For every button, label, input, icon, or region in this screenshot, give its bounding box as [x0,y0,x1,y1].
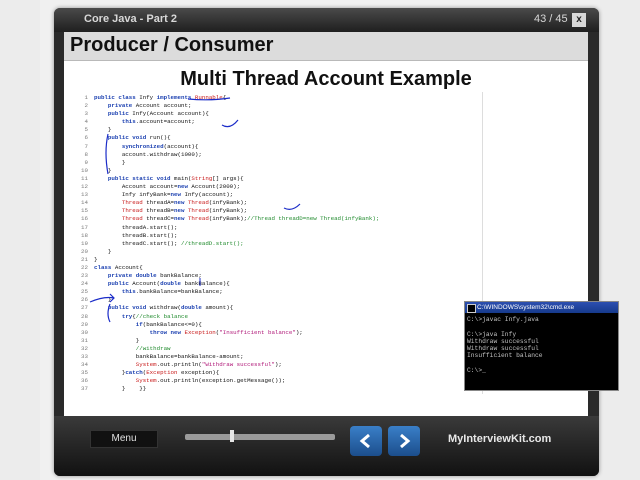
code-line: public void run(){ [107,134,171,142]
menu-button[interactable]: Menu [90,430,158,448]
code-line: }catch(Exception exception){ [94,369,220,377]
line-number: 5 [84,126,88,134]
line-number: 6 [84,134,88,142]
line-number: 17 [81,223,88,231]
slide-heading: Producer / Consumer [70,34,274,56]
code-listing: 1 public class Infy implements Runnable{ … [70,92,483,394]
line-number: 12 [81,183,88,191]
code-line: System.out.println("Withdraw successful"… [135,361,282,369]
code-line: public Account(double bankBalance){ [107,280,230,288]
code-text: 1 public class Infy implements Runnable{ … [70,92,482,393]
left-backdrop [0,0,40,480]
console-icon [467,304,476,313]
code-line: Thread threadA=new Thread(infyBank); [121,199,248,207]
code-line: if(bankBalance<=0){ [135,320,202,328]
line-number: 14 [81,199,88,207]
code-line: public static void main(String[] args){ [107,174,244,182]
code-line: this.account=account; [121,118,195,126]
console-window: C:\WINDOWS\system32\cmd.exe C:\>javac In… [464,301,619,391]
line-number: 3 [84,110,88,118]
line-number: 13 [81,191,88,199]
line-number: 31 [81,336,88,344]
arrow-left-icon [359,433,370,449]
code-line: } [94,247,112,255]
code-line: Thread threadB=new Thread(infyBank); [121,207,248,215]
course-title: Core Java - Part 2 [84,13,177,25]
code-line: } [94,166,112,174]
line-number: 32 [81,344,88,352]
line-number: 25 [81,288,88,296]
brand-logo: MyInterviewKit.com [448,433,552,445]
code-line: public void withdraw(double amount){ [107,304,234,312]
line-number: 26 [81,296,88,304]
line-number: 34 [81,361,88,369]
code-line: Account account=new Account(2000); [94,183,241,191]
line-number: 19 [81,239,88,247]
player-titlebar: Core Java - Part 2 43 / 45 x [54,8,599,32]
code-line: account.withdraw(1000); [94,150,202,158]
code-line: } }} [94,385,147,393]
progress-slider[interactable] [185,430,335,442]
line-number: 35 [81,369,88,377]
code-line: } [94,158,126,166]
line-number: 10 [81,166,88,174]
code-line: Infy infyBank=new Infy(account); [94,191,234,199]
slide-subtitle: Multi Thread Account Example [180,68,472,90]
close-button[interactable]: x [572,13,586,27]
console-titlebar: C:\WINDOWS\system32\cmd.exe [465,302,618,313]
line-number: 37 [81,385,88,393]
slide-heading-bar: Producer / Consumer [64,32,588,61]
line-number: 2 [84,102,88,110]
line-number: 8 [84,150,88,158]
line-number: 18 [81,231,88,239]
line-number: 21 [81,255,88,263]
line-number: 1 [84,94,88,101]
line-number: 29 [81,320,88,328]
code-line: //withdraw [135,344,171,352]
line-number: 16 [81,215,88,223]
console-title: C:\WINDOWS\system32\cmd.exe [477,304,575,311]
code-line: } [94,255,98,263]
line-number: 20 [81,247,88,255]
console-output: C:\>javac Infy.java C:\>java Infy Withdr… [467,316,543,375]
code-line: throw new Exception("Insufficient balanc… [149,328,303,336]
line-number: 27 [81,304,88,312]
code-line: private Account account; [107,102,192,110]
line-number: 30 [81,328,88,336]
code-line: } [94,126,112,134]
code-line: public class Infy implements Runnable{ [94,94,227,101]
code-line: private double bankBalance; [107,272,202,280]
page-indicator: 43 / 45 [534,13,568,25]
line-number: 23 [81,272,88,280]
line-number: 28 [81,312,88,320]
line-number: 9 [84,158,88,166]
code-line: Thread threadC=new Thread(infyBank);//Th… [121,215,380,223]
code-line: } [94,296,112,304]
progress-thumb[interactable] [230,430,235,442]
line-number: 7 [84,142,88,150]
code-line: threadC.start(); //threadD.start(); [94,239,244,247]
line-number: 15 [81,207,88,215]
code-line: this.bankBalance=bankBalance; [121,288,223,296]
code-line: try{//check balance [121,312,188,320]
right-backdrop [600,0,640,480]
code-line: threadA.start(); [94,223,178,231]
code-line: bankBalance=bankBalance-amount; [94,353,244,360]
next-button[interactable] [388,426,420,456]
code-line: public Infy(Account account){ [107,110,209,118]
line-number: 4 [84,118,88,126]
slide: Producer / Consumer Multi Thread Account… [64,32,619,416]
line-number: 22 [81,263,88,271]
line-number: 36 [81,377,88,385]
code-line: } [94,336,140,344]
line-number: 33 [81,353,88,360]
arrow-right-icon [400,433,411,449]
previous-button[interactable] [350,426,382,456]
line-number: 24 [81,280,88,288]
code-line: class Account{ [94,263,143,271]
code-line: synchronized(account){ [121,142,199,150]
code-line: System.out.println(exception.getMessage(… [135,377,286,385]
code-line: threadB.start(); [94,231,178,239]
line-number: 11 [81,174,88,182]
